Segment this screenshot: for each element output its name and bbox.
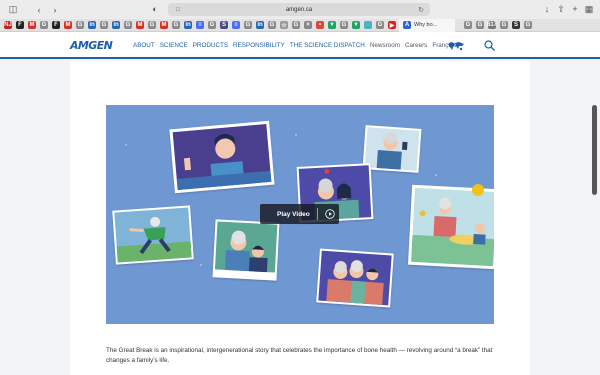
nav-science-dispatch[interactable]: THE SCIENCE DISPATCH (290, 42, 365, 49)
favorite-favicon[interactable]: G (244, 21, 252, 29)
url-text: amgen.ca (285, 6, 313, 13)
illustration-photo-woman (169, 120, 275, 194)
favorite-favicon[interactable]: F (16, 21, 24, 29)
favorite-favicon[interactable]: NJ (4, 21, 12, 29)
nav-careers[interactable]: Careers (405, 42, 427, 49)
illustration-photo-grandpa-exercise (112, 205, 194, 265)
privacy-shield-icon[interactable]: ◐ (148, 2, 162, 16)
favorite-favicon[interactable]: 817 (487, 21, 497, 29)
play-video-button[interactable]: Play Video (260, 204, 339, 224)
favorite-favicon[interactable]: M (64, 21, 72, 29)
tab-active[interactable]: A Why bo... (399, 18, 455, 32)
favorite-favicon[interactable]: ▼ (352, 21, 360, 29)
address-bar[interactable]: □ amgen.ca ↻ (168, 3, 430, 16)
illustration-photo-picnic (407, 184, 494, 270)
favorite-favicon[interactable]: • (316, 21, 324, 29)
favorite-favicon[interactable]: G (524, 21, 532, 29)
favorite-favicon[interactable]: G (100, 21, 108, 29)
favorite-favicon[interactable]: G (376, 21, 384, 29)
favorite-favicon[interactable]: S (512, 21, 520, 29)
tab-active-label: Why bo... (414, 22, 438, 28)
favorite-favicon[interactable]: G (500, 21, 508, 29)
download-icon[interactable]: ↓ (540, 2, 554, 16)
favorite-favicon[interactable]: S (220, 21, 228, 29)
tab-favicon: A (403, 21, 411, 29)
favorite-favicon[interactable]: ☆ (280, 21, 288, 29)
favorite-favicon[interactable]: ▼ (328, 21, 336, 29)
favorite-favicon[interactable]: ≡ (196, 21, 204, 29)
favorite-favicon[interactable]: G (172, 21, 180, 29)
tab-overview-icon[interactable]: ▦ (582, 2, 596, 16)
nav-responsibility[interactable]: RESPONSIBILITY (233, 42, 285, 49)
play-icon (325, 209, 335, 219)
nav-about[interactable]: ABOUT (133, 42, 155, 49)
sidebar-toggle-icon[interactable]: ◫ (6, 3, 20, 17)
share-icon[interactable]: ⇧ (554, 2, 568, 16)
nav-newsroom[interactable]: Newsroom (370, 42, 400, 49)
video-caption: The Great Break is an inspirational, int… (106, 347, 493, 364)
sun-decoration (472, 184, 484, 196)
play-video-label: Play Video (277, 210, 310, 218)
back-icon[interactable]: ‹ (32, 3, 46, 17)
nav-products[interactable]: PRODUCTS (193, 42, 228, 49)
favorite-favicon[interactable]: M (28, 21, 36, 29)
favorite-favicon[interactable]: × (304, 21, 312, 29)
favorite-favicon[interactable]: in (184, 21, 192, 29)
favorite-favicon[interactable]: G (148, 21, 156, 29)
search-icon[interactable] (484, 40, 495, 51)
reload-icon[interactable]: ↻ (418, 6, 424, 14)
illustration-photo-grandma-boy (212, 219, 280, 281)
play-divider (316, 208, 318, 220)
page-scrollbar[interactable] (592, 105, 597, 195)
illustration-photo-grandma-phone (362, 125, 422, 173)
favorite-favicon[interactable]: M (136, 21, 144, 29)
favorite-favicon[interactable]: G (292, 21, 300, 29)
favorite-favicon[interactable]: G (124, 21, 132, 29)
favorite-favicon[interactable]: G (268, 21, 276, 29)
forward-icon[interactable]: › (48, 3, 62, 17)
favorite-favicon[interactable] (364, 21, 372, 29)
amgen-logo[interactable]: AMGEN (70, 39, 113, 52)
tab-bar: NJ F M G F M Gin Gin G M G M Gin ≡ G S ≡ Gin G ☆ G × • ▼ G ▼ G ▶ A … (0, 18, 600, 32)
favorite-favicon[interactable]: F (52, 21, 60, 29)
page-icon: □ (176, 6, 180, 13)
favorite-favicon[interactable]: G (464, 21, 472, 29)
favorite-favicon[interactable]: in (112, 21, 120, 29)
favorite-favicon[interactable]: G (340, 21, 348, 29)
favorite-favicon[interactable]: G (76, 21, 84, 29)
site-header: AMGEN ABOUT SCIENCE PRODUCTS RESPONSIBIL… (0, 32, 600, 59)
favorite-favicon[interactable]: G (40, 21, 48, 29)
main-nav: ABOUT SCIENCE PRODUCTS RESPONSIBILITY TH… (133, 42, 457, 49)
favorite-favicon[interactable]: in (256, 21, 264, 29)
favorite-favicon[interactable]: G (476, 21, 484, 29)
world-map-icon[interactable] (447, 41, 465, 51)
nav-science[interactable]: SCIENCE (160, 42, 188, 49)
favorite-favicon[interactable]: ≡ (232, 21, 240, 29)
favorite-favicon[interactable]: in (88, 21, 96, 29)
illustration-photo-family-group (316, 248, 394, 308)
new-tab-icon[interactable]: + (568, 2, 582, 16)
favorite-favicon[interactable]: M (160, 21, 168, 29)
favorite-favicon[interactable]: ▶ (388, 21, 396, 29)
browser-toolbar: ◫ ‹ › ◐ □ amgen.ca ↻ ↓ ⇧ + ▦ (0, 0, 600, 19)
favorite-favicon[interactable]: G (208, 21, 216, 29)
